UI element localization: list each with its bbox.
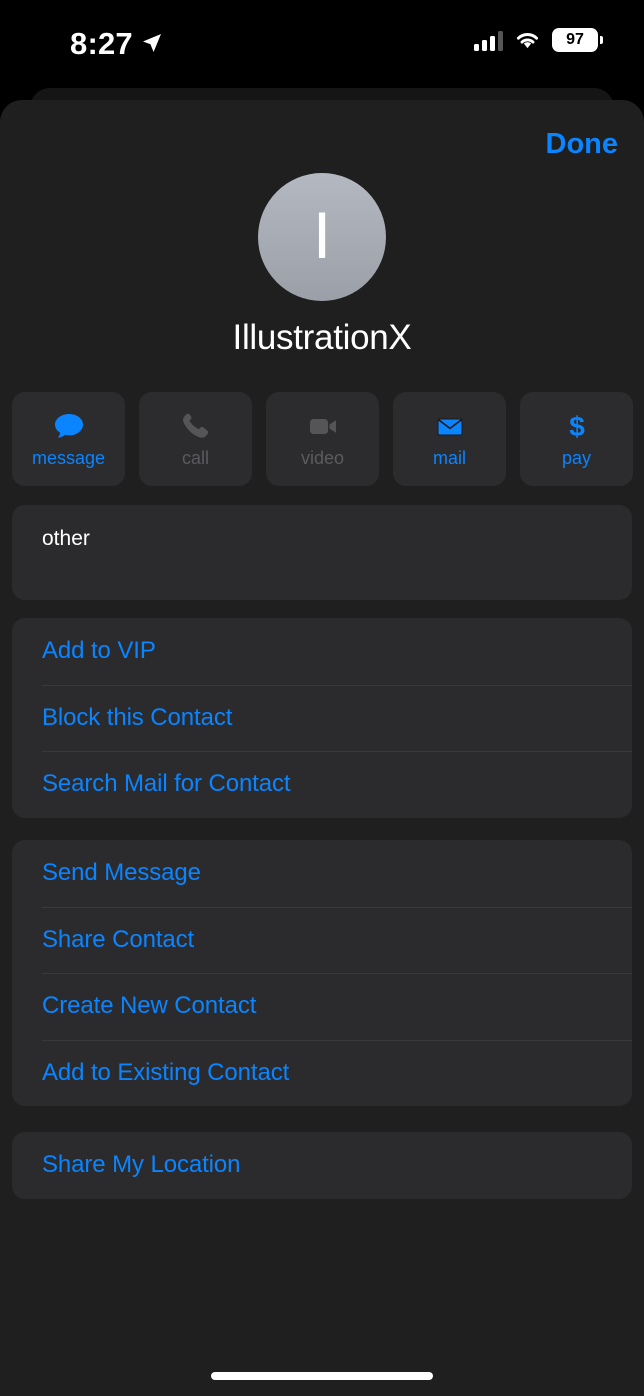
home-indicator[interactable] bbox=[211, 1372, 433, 1380]
menu-item-label: Search Mail for Contact bbox=[42, 770, 291, 798]
other-field-label: other bbox=[42, 527, 90, 550]
menu-item-search-mail-for-contact[interactable]: Search Mail for Contact bbox=[12, 751, 632, 818]
action-button-message[interactable]: message bbox=[12, 392, 125, 486]
avatar-initial: I bbox=[312, 198, 332, 272]
battery-percent-label: 97 bbox=[566, 31, 584, 48]
menu-item-label: Add to Existing Contact bbox=[42, 1058, 290, 1086]
menu-item-add-to-existing-contact[interactable]: Add to Existing Contact bbox=[12, 1039, 632, 1107]
battery-indicator: 97 bbox=[552, 28, 603, 52]
menu-item-label: Send Message bbox=[42, 859, 201, 887]
other-field-card[interactable]: other bbox=[12, 505, 632, 600]
svg-text:$: $ bbox=[569, 411, 585, 441]
status-bar-indicators: 97 bbox=[474, 28, 603, 52]
menu-item-label: Share My Location bbox=[42, 1151, 241, 1179]
menu-item-share-contact[interactable]: Share Contact bbox=[12, 906, 632, 974]
phone-icon bbox=[182, 413, 208, 438]
cellular-signal-icon bbox=[474, 29, 503, 51]
menu-item-block-this-contact[interactable]: Block this Contact bbox=[12, 684, 632, 752]
action-label-mail: mail bbox=[432, 448, 466, 468]
message-bubble-icon bbox=[54, 414, 83, 438]
menu-item-label: Add to VIP bbox=[42, 637, 156, 665]
action-button-mail[interactable]: mail bbox=[393, 392, 506, 486]
status-bar: 8:27 97 bbox=[0, 0, 644, 86]
menu-item-label: Share Contact bbox=[42, 925, 195, 953]
phone-screen: 8:27 97 Done I IllustrationX message cal… bbox=[0, 0, 644, 1396]
menu-item-label: Create New Contact bbox=[42, 992, 257, 1020]
video-camera-icon bbox=[309, 419, 336, 434]
contact-card-sheet: Done I IllustrationX message call video … bbox=[0, 100, 644, 1396]
menu-item-add-to-vip[interactable]: Add to VIP bbox=[12, 618, 632, 685]
menu-item-share-my-location[interactable]: Share My Location bbox=[12, 1132, 632, 1199]
wifi-icon bbox=[516, 33, 539, 49]
menu-item-send-message[interactable]: Send Message bbox=[12, 840, 632, 907]
done-button[interactable]: Done bbox=[546, 128, 619, 161]
location-actions-card: Share My Location bbox=[12, 1132, 632, 1199]
mail-actions-card: Add to VIP Block this Contact Search Mai… bbox=[12, 618, 632, 818]
action-button-call[interactable]: call bbox=[139, 392, 252, 486]
contact-name: IllustrationX bbox=[232, 318, 412, 357]
action-label-video: video bbox=[300, 448, 345, 468]
action-button-video[interactable]: video bbox=[266, 392, 379, 486]
action-button-pay[interactable]: $ pay bbox=[520, 392, 633, 486]
status-bar-time: 8:27 bbox=[70, 26, 133, 61]
share-actions-card: Send Message Share Contact Create New Co… bbox=[12, 840, 632, 1106]
dollar-sign-icon: $ bbox=[569, 411, 585, 441]
menu-item-label: Block this Contact bbox=[42, 703, 233, 731]
action-label-message: message bbox=[31, 448, 106, 468]
quick-actions-row: message call video mail $ pay bbox=[12, 392, 644, 486]
action-label-pay: pay bbox=[561, 448, 592, 468]
action-label-call: call bbox=[181, 448, 209, 468]
avatar: I bbox=[258, 173, 386, 301]
envelope-icon bbox=[437, 418, 462, 436]
other-field-value bbox=[42, 555, 47, 576]
menu-item-create-new-contact[interactable]: Create New Contact bbox=[12, 973, 632, 1040]
location-arrow-icon bbox=[143, 34, 161, 52]
